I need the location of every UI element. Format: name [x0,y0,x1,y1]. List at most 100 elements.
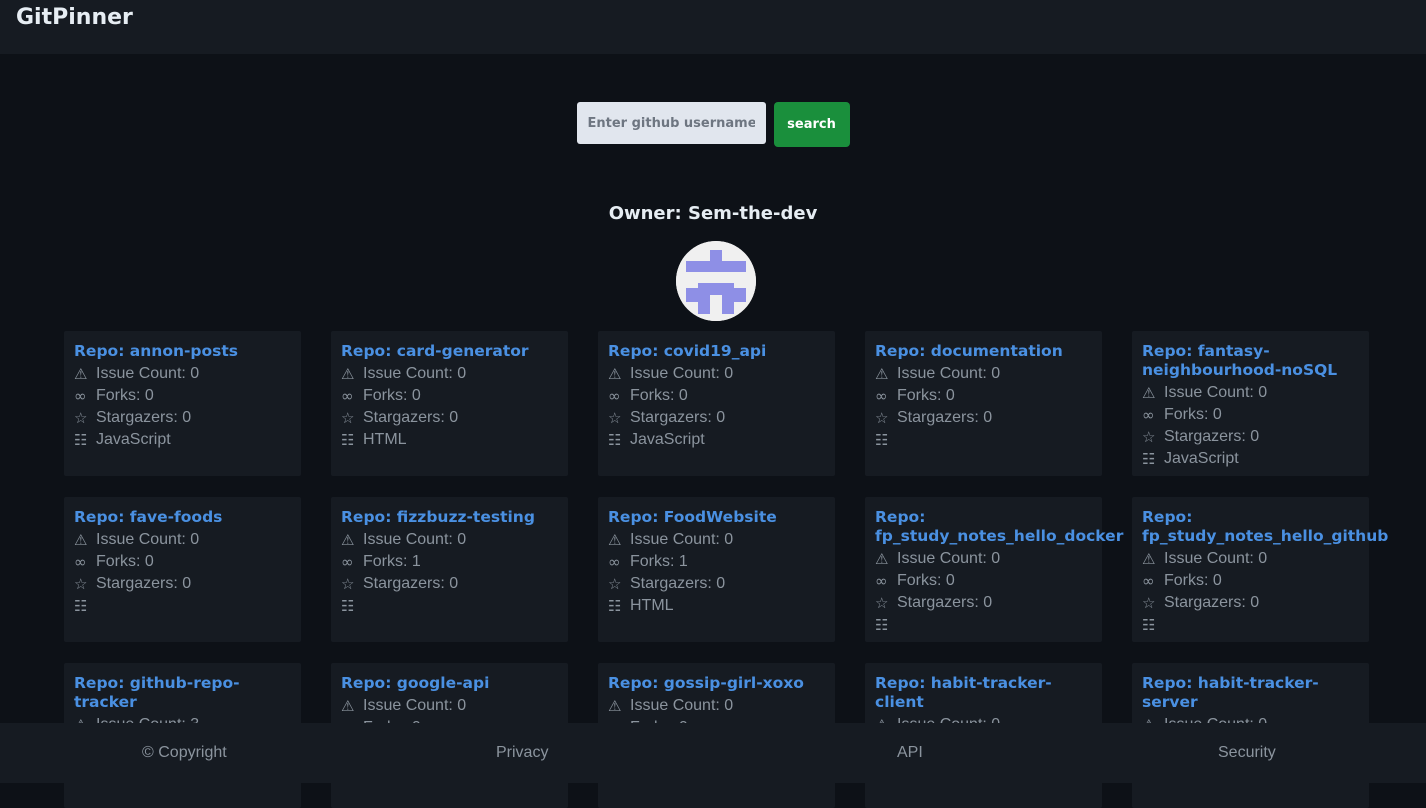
repo-language-row: ☷ HTML [341,429,558,451]
repo-title-link[interactable]: Repo: fp_study_notes_hello_docker [875,508,1123,546]
repo-language-row: ☷ [875,614,1092,636]
stargazers-count-row: ☆ Stargazers: 0 [1142,592,1359,614]
stargazers-count: Stargazers: 0 [1164,428,1260,445]
issue-count-row: ⚠ Issue Count: 0 [74,529,291,551]
forks-count-row: ∞ Forks: 1 [608,551,825,573]
forks-count: Forks: 1 [363,553,421,570]
repo-title-link[interactable]: Repo: fantasy-neighbourhood-noSQL [1142,342,1359,380]
repo-title-link[interactable]: Repo: fave-foods [74,508,291,527]
repo-language: JavaScript [1164,450,1239,467]
repo-title-link[interactable]: Repo: gossip-girl-xoxo [608,674,825,693]
star-icon: ☆ [875,409,889,427]
stargazers-count-row: ☆ Stargazers: 0 [875,407,1092,429]
forks-count: Forks: 0 [897,572,955,589]
stargazers-count: Stargazers: 0 [96,409,192,426]
search-button[interactable]: search [773,102,850,147]
avatar [676,241,756,321]
forks-icon: ∞ [875,572,888,590]
search-bar: search [0,102,1426,147]
forks-count: Forks: 0 [1164,406,1222,423]
stargazers-count: Stargazers: 0 [363,409,459,426]
warning-icon: ⚠ [341,365,355,383]
warning-icon: ⚠ [608,365,622,383]
forks-count-row: ∞ Forks: 0 [608,385,825,407]
language-icon: ☷ [1142,616,1156,634]
language-icon: ☷ [341,597,355,615]
repo-card: Repo: fp_study_notes_hello_github ⚠ Issue … [1132,497,1388,642]
language-icon: ☷ [875,431,889,449]
star-icon: ☆ [1142,594,1156,612]
forks-count-row: ∞ Forks: 0 [1142,404,1359,426]
app-title[interactable]: GitPinner [16,5,133,30]
star-icon: ☆ [1142,428,1156,446]
issue-count: Issue Count: 0 [363,531,467,548]
repo-title-link[interactable]: Repo: fp_study_notes_hello_github [1142,508,1388,546]
repo-title-link[interactable]: Repo: card-generator [341,342,558,361]
stargazers-count: Stargazers: 0 [630,409,726,426]
repo-card: Repo: covid19_api ⚠ Issue Count: 0 ∞ Forks: … [598,331,835,476]
repo-title-link[interactable]: Repo: habit-tracker-client [875,674,1092,712]
language-icon: ☷ [608,431,622,449]
repo-title-link[interactable]: Repo: covid19_api [608,342,825,361]
forks-count-row: ∞ Forks: 0 [875,385,1092,407]
issue-count: Issue Count: 0 [1164,550,1268,567]
forks-icon: ∞ [1142,572,1155,590]
forks-icon: ∞ [1142,406,1155,424]
footer-security-link[interactable]: Security [1218,744,1276,762]
issue-count: Issue Count: 0 [363,697,467,714]
issue-count-row: ⚠ Issue Count: 0 [74,363,291,385]
issue-count: Issue Count: 0 [630,531,734,548]
issue-count: Issue Count: 0 [96,365,200,382]
star-icon: ☆ [341,409,355,427]
issue-count-row: ⚠ Issue Count: 0 [875,363,1092,385]
repo-card: Repo: documentation ⚠ Issue Count: 0 ∞ Forks… [865,331,1102,476]
forks-count-row: ∞ Forks: 0 [875,570,1092,592]
forks-count: Forks: 0 [630,387,688,404]
issue-count-row: ⚠ Issue Count: 0 [1142,382,1359,404]
repo-title-link[interactable]: Repo: github-repo-tracker [74,674,291,712]
star-icon: ☆ [74,575,88,593]
repo-language-row: ☷ [74,595,291,617]
issue-count: Issue Count: 0 [363,365,467,382]
warning-icon: ⚠ [875,550,889,568]
issue-count: Issue Count: 0 [96,531,200,548]
repo-title-link[interactable]: Repo: FoodWebsite [608,508,825,527]
repo-language: JavaScript [96,431,171,448]
issue-count-row: ⚠ Issue Count: 0 [341,363,558,385]
issue-count: Issue Count: 0 [897,365,1001,382]
forks-count: Forks: 0 [363,387,421,404]
issue-count: Issue Count: 0 [1164,384,1268,401]
forks-count-row: ∞ Forks: 0 [1142,570,1359,592]
repo-title-link[interactable]: Repo: fizzbuzz-testing [341,508,558,527]
repo-language: HTML [363,431,407,448]
repo-title-link[interactable]: Repo: annon-posts [74,342,291,361]
repo-card: Repo: fp_study_notes_hello_docker ⚠ Issue … [865,497,1123,642]
repo-title-link[interactable]: Repo: google-api [341,674,558,693]
footer-privacy-link[interactable]: Privacy [496,744,548,762]
repo-title-link[interactable]: Repo: habit-tracker-server [1142,674,1359,712]
repo-card: Repo: fave-foods ⚠ Issue Count: 0 ∞ Forks: 0… [64,497,301,642]
repo-language-row: ☷ [1142,614,1359,636]
repo-title-link[interactable]: Repo: documentation [875,342,1092,361]
forks-count: Forks: 0 [96,553,154,570]
repo-card: Repo: annon-posts ⚠ Issue Count: 0 ∞ Forks: … [64,331,301,476]
username-search-input[interactable] [576,102,766,144]
language-icon: ☷ [875,616,889,634]
footer-api-link[interactable]: API [897,744,923,762]
repo-language-row: ☷ [875,429,1092,451]
language-icon: ☷ [1142,450,1156,468]
identicon-image [676,241,756,321]
stargazers-count: Stargazers: 0 [96,575,192,592]
repo-card: Repo: fantasy-neighbourhood-noSQL ⚠ Issue … [1132,331,1369,476]
issue-count-row: ⚠ Issue Count: 0 [608,363,825,385]
forks-count: Forks: 0 [1164,572,1222,589]
warning-icon: ⚠ [608,697,622,715]
repo-language-row: ☷ JavaScript [1142,448,1359,470]
forks-count: Forks: 0 [897,387,955,404]
footer-copyright-link[interactable]: © Copyright [142,744,227,762]
issue-count-row: ⚠ Issue Count: 0 [1142,548,1359,570]
stargazers-count-row: ☆ Stargazers: 0 [341,573,558,595]
warning-icon: ⚠ [341,697,355,715]
star-icon: ☆ [74,409,88,427]
repo-language: JavaScript [630,431,705,448]
